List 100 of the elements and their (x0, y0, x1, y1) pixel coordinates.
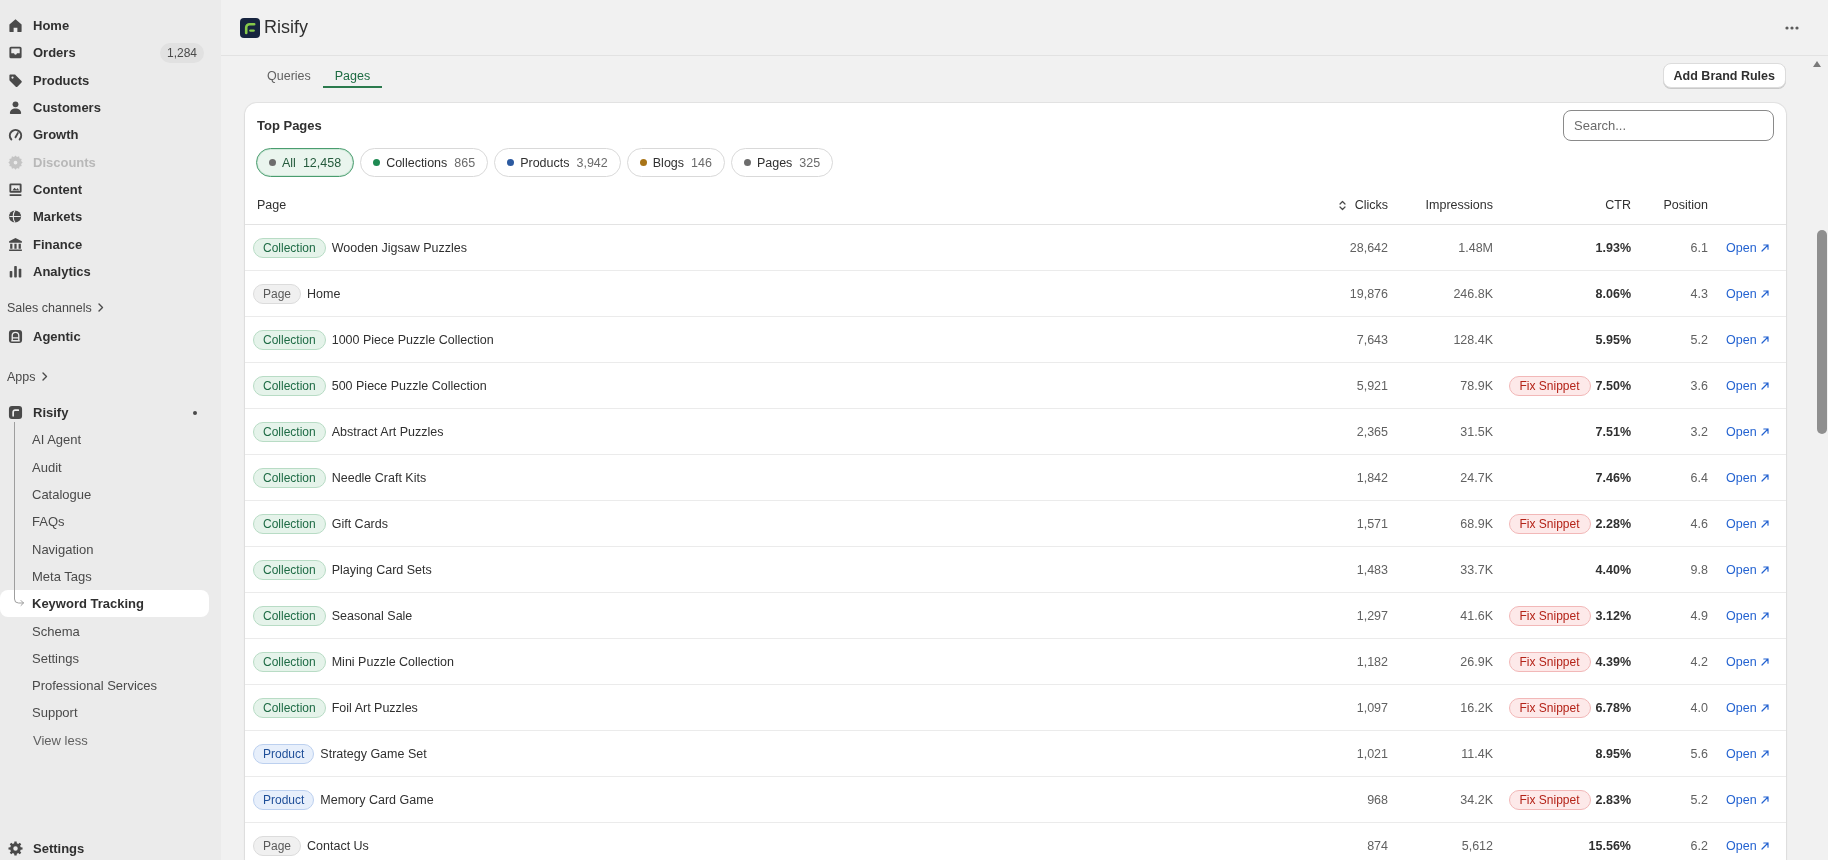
nav-item[interactable]: Finance (0, 230, 89, 258)
nav-item[interactable]: Home (0, 12, 76, 40)
sub-nav-item[interactable]: Settings (32, 644, 79, 672)
open-link[interactable]: Open (1726, 470, 1769, 485)
filter-chip[interactable]: Products 3,942 (494, 148, 621, 177)
toggle-link[interactable]: View less (33, 726, 88, 754)
type-badge: Collection (253, 237, 326, 258)
sub-nav-item[interactable]: Audit (32, 453, 62, 481)
open-link[interactable]: Open (1726, 240, 1769, 255)
filter-chip[interactable]: Collections 865 (360, 148, 489, 177)
tab[interactable]: Queries (255, 63, 323, 88)
count-badge: 1,284 (159, 42, 204, 63)
fix-snippet-button[interactable]: Fix Snippet (1508, 651, 1591, 672)
table-cell: 4.2 (1690, 654, 1708, 669)
type-badge: Collection (253, 559, 326, 580)
table-cell: 6.2 (1690, 838, 1708, 853)
search-field[interactable]: Search... (1563, 110, 1774, 141)
table-cell: 968 (1367, 792, 1388, 807)
filter-chip[interactable]: All 12,458 (256, 148, 355, 177)
open-link[interactable]: Open (1726, 332, 1769, 347)
sub-nav-item[interactable]: FAQs (32, 508, 65, 536)
section-header[interactable]: Sales channels (7, 295, 104, 320)
nav-item[interactable]: Customers (0, 93, 107, 122)
column-header: Position (1663, 198, 1708, 212)
nav-item[interactable]: Risify (0, 399, 75, 427)
nav-item[interactable]: Analytics (0, 257, 97, 285)
table-cell: 41.6K (1460, 608, 1493, 623)
open-link[interactable]: Open (1726, 378, 1769, 393)
type-badge: Page (253, 283, 302, 304)
open-link[interactable]: Open (1726, 562, 1769, 577)
more-icon[interactable] (1785, 25, 1799, 30)
column-header: Impressions (1425, 198, 1493, 212)
table-cell: 33.7K (1460, 562, 1493, 577)
external-link-icon (1760, 841, 1769, 850)
table-cell: 34.2K (1460, 792, 1493, 807)
add-rules-button[interactable]: Add Brand Rules (1662, 63, 1786, 88)
sub-nav-item[interactable]: Navigation (32, 535, 94, 563)
table-cell: 11.4K (1461, 746, 1493, 761)
fix-snippet-button[interactable]: Fix Snippet (1508, 375, 1591, 396)
table-cell: 3.6 (1690, 378, 1708, 393)
table-cell: 1,842 (1356, 470, 1388, 485)
sub-nav-item[interactable]: Support (32, 699, 78, 727)
nav-item[interactable]: Products (0, 66, 96, 94)
external-link-icon (1760, 427, 1769, 436)
sub-nav-item[interactable]: Schema (32, 617, 80, 645)
table-cell: 6.1 (1690, 240, 1708, 255)
sub-nav-item[interactable]: AI Agent (32, 426, 82, 454)
table-cell: 15.56% (1588, 838, 1631, 853)
tag-icon (8, 72, 23, 88)
scrollbar-thumb[interactable] (1817, 230, 1827, 434)
open-link[interactable]: Open (1726, 746, 1769, 761)
fix-snippet-button[interactable]: Fix Snippet (1508, 697, 1591, 718)
tab[interactable]: Pages (322, 63, 383, 88)
external-link-icon (1760, 795, 1769, 804)
table-cell: 1,097 (1356, 700, 1388, 715)
fix-snippet-button[interactable]: Fix Snippet (1508, 605, 1591, 626)
open-link[interactable]: Open (1726, 516, 1769, 531)
fix-snippet-button[interactable]: Fix Snippet (1508, 513, 1591, 534)
app-title: Risify (264, 17, 308, 38)
page-title: Foil Art Puzzles (331, 700, 418, 715)
open-link[interactable]: Open (1726, 286, 1769, 301)
table-cell: 1.93% (1595, 240, 1631, 255)
sub-nav-item[interactable]: Keyword Tracking (0, 590, 209, 618)
external-link-icon (1760, 749, 1769, 758)
sub-nav-item[interactable]: Catalogue (32, 480, 92, 509)
filter-chip[interactable]: Pages 325 (730, 148, 834, 177)
column-header[interactable]: Clicks (1338, 198, 1388, 212)
open-link[interactable]: Open (1726, 700, 1769, 715)
nav-item[interactable]: Growth (0, 121, 85, 149)
sub-nav-item[interactable]: Meta Tags (32, 562, 92, 591)
scroll-up-icon[interactable] (1813, 61, 1821, 67)
table-cell: 4.6 (1690, 516, 1708, 531)
table-cell: 128.4K (1453, 332, 1493, 347)
card-title: Top Pages (257, 118, 322, 133)
section-header[interactable]: Apps (7, 364, 48, 389)
open-link[interactable]: Open (1726, 608, 1769, 623)
table-cell: 7.46% (1595, 470, 1631, 485)
open-link[interactable]: Open (1726, 424, 1769, 439)
table-cell: 78.9K (1460, 378, 1493, 393)
nav-item[interactable]: Settings (0, 836, 91, 860)
type-badge: Collection (253, 421, 326, 442)
gauge-icon (8, 127, 23, 143)
page-title: Needle Craft Kits (331, 470, 427, 485)
nav-item[interactable]: Content (0, 175, 89, 204)
fix-snippet-button[interactable]: Fix Snippet (1508, 789, 1591, 810)
nav-item[interactable]: Markets (0, 203, 89, 231)
open-link[interactable]: Open (1726, 838, 1769, 853)
table-cell: 1,571 (1356, 516, 1388, 531)
nav-item[interactable]: Orders (0, 39, 82, 67)
page-title: Home (307, 286, 341, 301)
type-badge: Product (253, 789, 315, 810)
table-cell: 7.51% (1595, 424, 1631, 439)
seal-icon (8, 154, 23, 170)
sub-nav-item[interactable]: Professional Services (32, 672, 157, 700)
filter-chip[interactable]: Blogs 146 (626, 148, 725, 177)
nav-item[interactable]: Agentic (0, 322, 87, 350)
open-link[interactable]: Open (1726, 654, 1769, 669)
open-link[interactable]: Open (1726, 792, 1769, 807)
table-cell: 31.5K (1460, 424, 1493, 439)
app-tile-icon (8, 405, 23, 421)
